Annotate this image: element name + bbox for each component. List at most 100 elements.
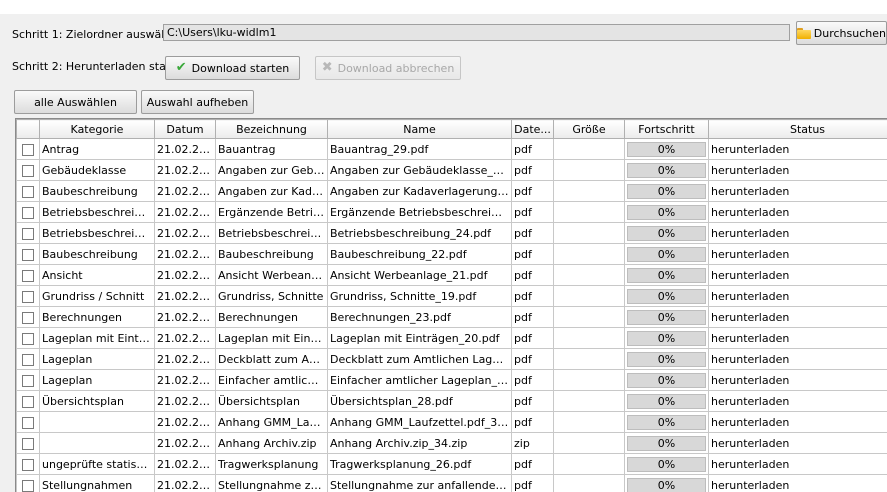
row-checkbox[interactable] bbox=[22, 312, 34, 324]
cell-datum: 21.02.2017 bbox=[155, 139, 216, 160]
cell-status[interactable]: herunterladen bbox=[709, 349, 887, 370]
cell-dateityp: pdf bbox=[512, 286, 554, 307]
row-select-cell bbox=[17, 160, 40, 181]
col-header-dateityp[interactable]: Date... bbox=[512, 120, 554, 139]
cell-status[interactable]: herunterladen bbox=[709, 475, 887, 492]
table-row[interactable]: Lageplan mit Einträgen21.02.2017Lageplan… bbox=[17, 328, 887, 349]
col-header-name[interactable]: Name bbox=[328, 120, 512, 139]
cell-status[interactable]: herunterladen bbox=[709, 244, 887, 265]
col-header-datum[interactable]: Datum bbox=[155, 120, 216, 139]
row-checkbox[interactable] bbox=[22, 228, 34, 240]
progress-bar: 0% bbox=[627, 373, 706, 388]
cell-status[interactable]: herunterladen bbox=[709, 181, 887, 202]
cell-status[interactable]: herunterladen bbox=[709, 370, 887, 391]
cell-fortschritt: 0% bbox=[625, 370, 709, 391]
cell-status[interactable]: herunterladen bbox=[709, 454, 887, 475]
cell-bezeichnung: Anhang Archiv.zip bbox=[216, 433, 328, 454]
cell-kategorie: Betriebsbeschreibung bbox=[40, 202, 155, 223]
cell-dateityp: zip bbox=[512, 433, 554, 454]
table-row[interactable]: Baubeschreibung21.02.2017Baubeschreibung… bbox=[17, 244, 887, 265]
cell-status[interactable]: herunterladen bbox=[709, 307, 887, 328]
cell-datum: 21.02.2017 bbox=[155, 202, 216, 223]
cell-datum: 21.02.2017 bbox=[155, 181, 216, 202]
cell-datum: 21.02.2017 bbox=[155, 370, 216, 391]
table-row[interactable]: 21.02.2017Anhang GMM_Laufze…Anhang GMM_L… bbox=[17, 412, 887, 433]
row-checkbox[interactable] bbox=[22, 459, 34, 471]
row-checkbox[interactable] bbox=[22, 186, 34, 198]
cell-status[interactable]: herunterladen bbox=[709, 139, 887, 160]
cell-kategorie bbox=[40, 412, 155, 433]
col-header-kategorie[interactable]: Kategorie bbox=[40, 120, 155, 139]
cell-kategorie: Übersichtsplan bbox=[40, 391, 155, 412]
table-row[interactable]: Betriebsbeschreibung21.02.2017Ergänzende… bbox=[17, 202, 887, 223]
cell-status[interactable]: herunterladen bbox=[709, 328, 887, 349]
cell-groesse bbox=[554, 328, 625, 349]
row-checkbox[interactable] bbox=[22, 417, 34, 429]
table-row[interactable]: Antrag21.02.2017BauantragBauantrag_29.pd… bbox=[17, 139, 887, 160]
row-checkbox[interactable] bbox=[22, 438, 34, 450]
select-all-button[interactable]: alle Auswählen bbox=[14, 90, 137, 114]
cell-datum: 21.02.2017 bbox=[155, 328, 216, 349]
row-checkbox[interactable] bbox=[22, 270, 34, 282]
browse-button[interactable]: Durchsuchen bbox=[796, 21, 887, 45]
table-row[interactable]: Gebäudeklasse21.02.2017Angaben zur Gebäu… bbox=[17, 160, 887, 181]
cell-status[interactable]: herunterladen bbox=[709, 391, 887, 412]
table-row[interactable]: Ansicht21.02.2017Ansicht WerbeanlageAnsi… bbox=[17, 265, 887, 286]
target-folder-field[interactable]: C:\Users\lku-widlm1 bbox=[163, 24, 790, 41]
cell-status[interactable]: herunterladen bbox=[709, 412, 887, 433]
row-checkbox[interactable] bbox=[22, 291, 34, 303]
row-checkbox[interactable] bbox=[22, 144, 34, 156]
cell-bezeichnung: Ergänzende Betriebs… bbox=[216, 202, 328, 223]
cell-status[interactable]: herunterladen bbox=[709, 433, 887, 454]
row-checkbox[interactable] bbox=[22, 207, 34, 219]
cell-name: Tragwerksplanung_26.pdf bbox=[328, 454, 512, 475]
row-checkbox[interactable] bbox=[22, 249, 34, 261]
row-checkbox[interactable] bbox=[22, 333, 34, 345]
table-row[interactable]: Betriebsbeschreibung21.02.2017Betriebsbe… bbox=[17, 223, 887, 244]
row-checkbox[interactable] bbox=[22, 165, 34, 177]
cell-bezeichnung: Angaben zur Gebäud… bbox=[216, 160, 328, 181]
table-row[interactable]: Grundriss / Schnitt21.02.2017Grundriss, … bbox=[17, 286, 887, 307]
row-checkbox[interactable] bbox=[22, 354, 34, 366]
table-row[interactable]: Berechnungen21.02.2017BerechnungenBerech… bbox=[17, 307, 887, 328]
table-row[interactable]: Stellungnahmen21.02.2017Stellungnahme zu… bbox=[17, 475, 887, 492]
table-row[interactable]: ungeprüfte statische …21.02.2017Tragwerk… bbox=[17, 454, 887, 475]
cell-status[interactable]: herunterladen bbox=[709, 202, 887, 223]
deselect-all-button[interactable]: Auswahl aufheben bbox=[141, 90, 254, 114]
step1-row: Schritt 1: Zielordner auswählen bbox=[12, 24, 185, 44]
cell-fortschritt: 0% bbox=[625, 265, 709, 286]
cell-status[interactable]: herunterladen bbox=[709, 265, 887, 286]
cell-groesse bbox=[554, 370, 625, 391]
cell-bezeichnung: Baubeschreibung bbox=[216, 244, 328, 265]
folder-icon bbox=[797, 28, 809, 39]
table-row[interactable]: 21.02.2017Anhang Archiv.zipAnhang Archiv… bbox=[17, 433, 887, 454]
col-header-status[interactable]: Status bbox=[709, 120, 887, 139]
cell-fortschritt: 0% bbox=[625, 223, 709, 244]
row-checkbox[interactable] bbox=[22, 396, 34, 408]
cell-kategorie: Antrag bbox=[40, 139, 155, 160]
cell-status[interactable]: herunterladen bbox=[709, 286, 887, 307]
table-row[interactable]: Übersichtsplan21.02.2017ÜbersichtsplanÜb… bbox=[17, 391, 887, 412]
progress-bar: 0% bbox=[627, 163, 706, 178]
cell-bezeichnung: Anhang GMM_Laufze… bbox=[216, 412, 328, 433]
table-row[interactable]: Baubeschreibung21.02.2017Angaben zur Kad… bbox=[17, 181, 887, 202]
row-checkbox[interactable] bbox=[22, 480, 34, 492]
cell-kategorie: Betriebsbeschreibung bbox=[40, 223, 155, 244]
download-cancel-button[interactable]: ✖ Download abbrechen bbox=[315, 56, 461, 80]
table-row[interactable]: Lageplan21.02.2017Deckblatt zum Amtlich…… bbox=[17, 349, 887, 370]
cell-name: Anhang GMM_Laufzettel.pdf_30.pdf bbox=[328, 412, 512, 433]
row-checkbox[interactable] bbox=[22, 375, 34, 387]
col-header-select[interactable] bbox=[17, 120, 40, 139]
cell-status[interactable]: herunterladen bbox=[709, 223, 887, 244]
download-start-button[interactable]: ✔ Download starten bbox=[165, 56, 300, 80]
cell-name: Ergänzende Betriebsbeschreibung_2… bbox=[328, 202, 512, 223]
table-row[interactable]: Lageplan21.02.2017Einfacher amtlicher L…… bbox=[17, 370, 887, 391]
cell-name: Deckblatt zum Amtlichen Lageplan_18… bbox=[328, 349, 512, 370]
progress-bar: 0% bbox=[627, 247, 706, 262]
cell-dateityp: pdf bbox=[512, 244, 554, 265]
col-header-fortschritt[interactable]: Fortschritt bbox=[625, 120, 709, 139]
cell-status[interactable]: herunterladen bbox=[709, 160, 887, 181]
col-header-groesse[interactable]: Größe bbox=[554, 120, 625, 139]
cell-groesse bbox=[554, 160, 625, 181]
col-header-bezeichnung[interactable]: Bezeichnung bbox=[216, 120, 328, 139]
